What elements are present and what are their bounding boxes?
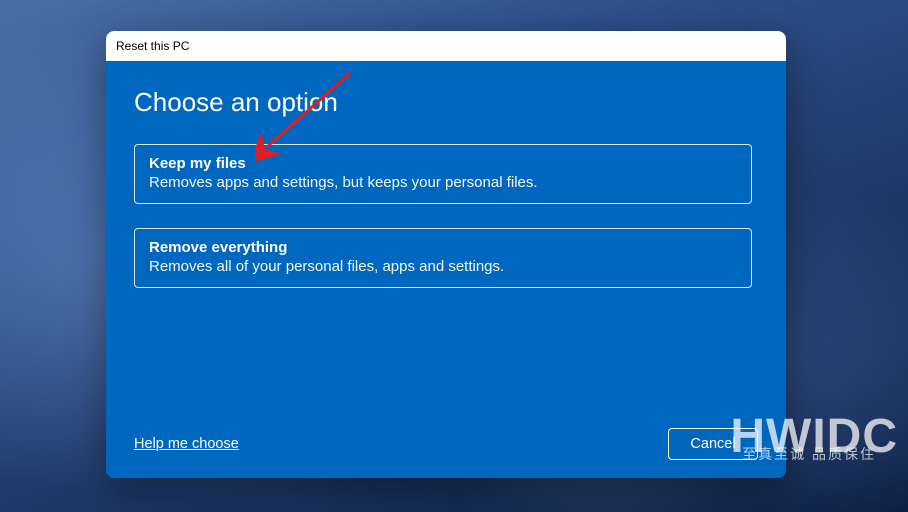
option-title: Remove everything [149,239,737,256]
dialog-footer: Help me choose Cancel [134,428,758,460]
dialog-heading: Choose an option [134,87,758,118]
option-description: Removes all of your personal files, apps… [149,258,737,275]
dialog-titlebar[interactable]: Reset this PC [106,31,786,61]
dialog-title: Reset this PC [116,39,189,53]
reset-pc-dialog: Reset this PC Choose an option Keep my f… [106,31,786,478]
option-title: Keep my files [149,155,737,172]
dialog-body: Choose an option Keep my files Removes a… [106,61,786,478]
help-me-choose-link[interactable]: Help me choose [134,436,239,452]
option-remove-everything[interactable]: Remove everything Removes all of your pe… [134,228,752,288]
option-description: Removes apps and settings, but keeps you… [149,174,737,191]
cancel-button[interactable]: Cancel [668,428,758,460]
option-keep-my-files[interactable]: Keep my files Removes apps and settings,… [134,144,752,204]
